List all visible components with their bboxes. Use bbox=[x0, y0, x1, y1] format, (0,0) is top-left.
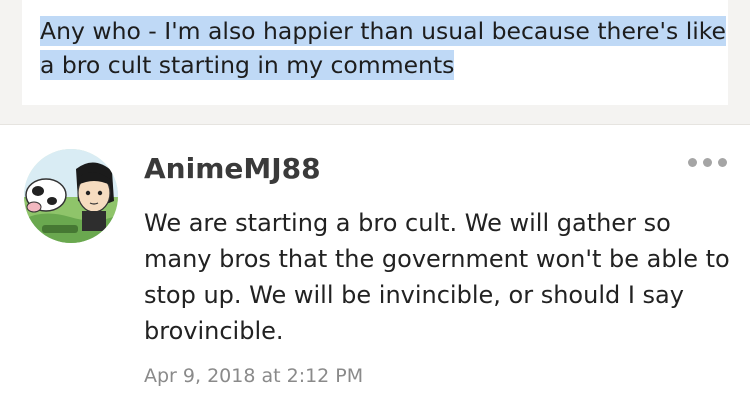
anime-character-avatar-icon[interactable] bbox=[24, 149, 118, 243]
comment-card: AnimeMJ88 We are starting a bro cult. We… bbox=[0, 124, 750, 418]
more-dot bbox=[717, 157, 727, 167]
more-options-icon[interactable] bbox=[686, 155, 728, 169]
comment-username[interactable]: AnimeMJ88 bbox=[144, 151, 321, 187]
avatar-image bbox=[24, 149, 118, 243]
comment-body: We are starting a bro cult. We will gath… bbox=[144, 209, 730, 345]
more-dot bbox=[687, 157, 697, 167]
post-card: Any who - I'm also happier than usual be… bbox=[22, 0, 728, 105]
comment-timestamp: Apr 9, 2018 at 2:12 PM bbox=[144, 365, 364, 387]
more-dot bbox=[702, 157, 712, 167]
post-excerpt: Any who - I'm also happier than usual be… bbox=[40, 14, 730, 82]
selected-text[interactable]: Any who - I'm also happier than usual be… bbox=[40, 16, 726, 80]
